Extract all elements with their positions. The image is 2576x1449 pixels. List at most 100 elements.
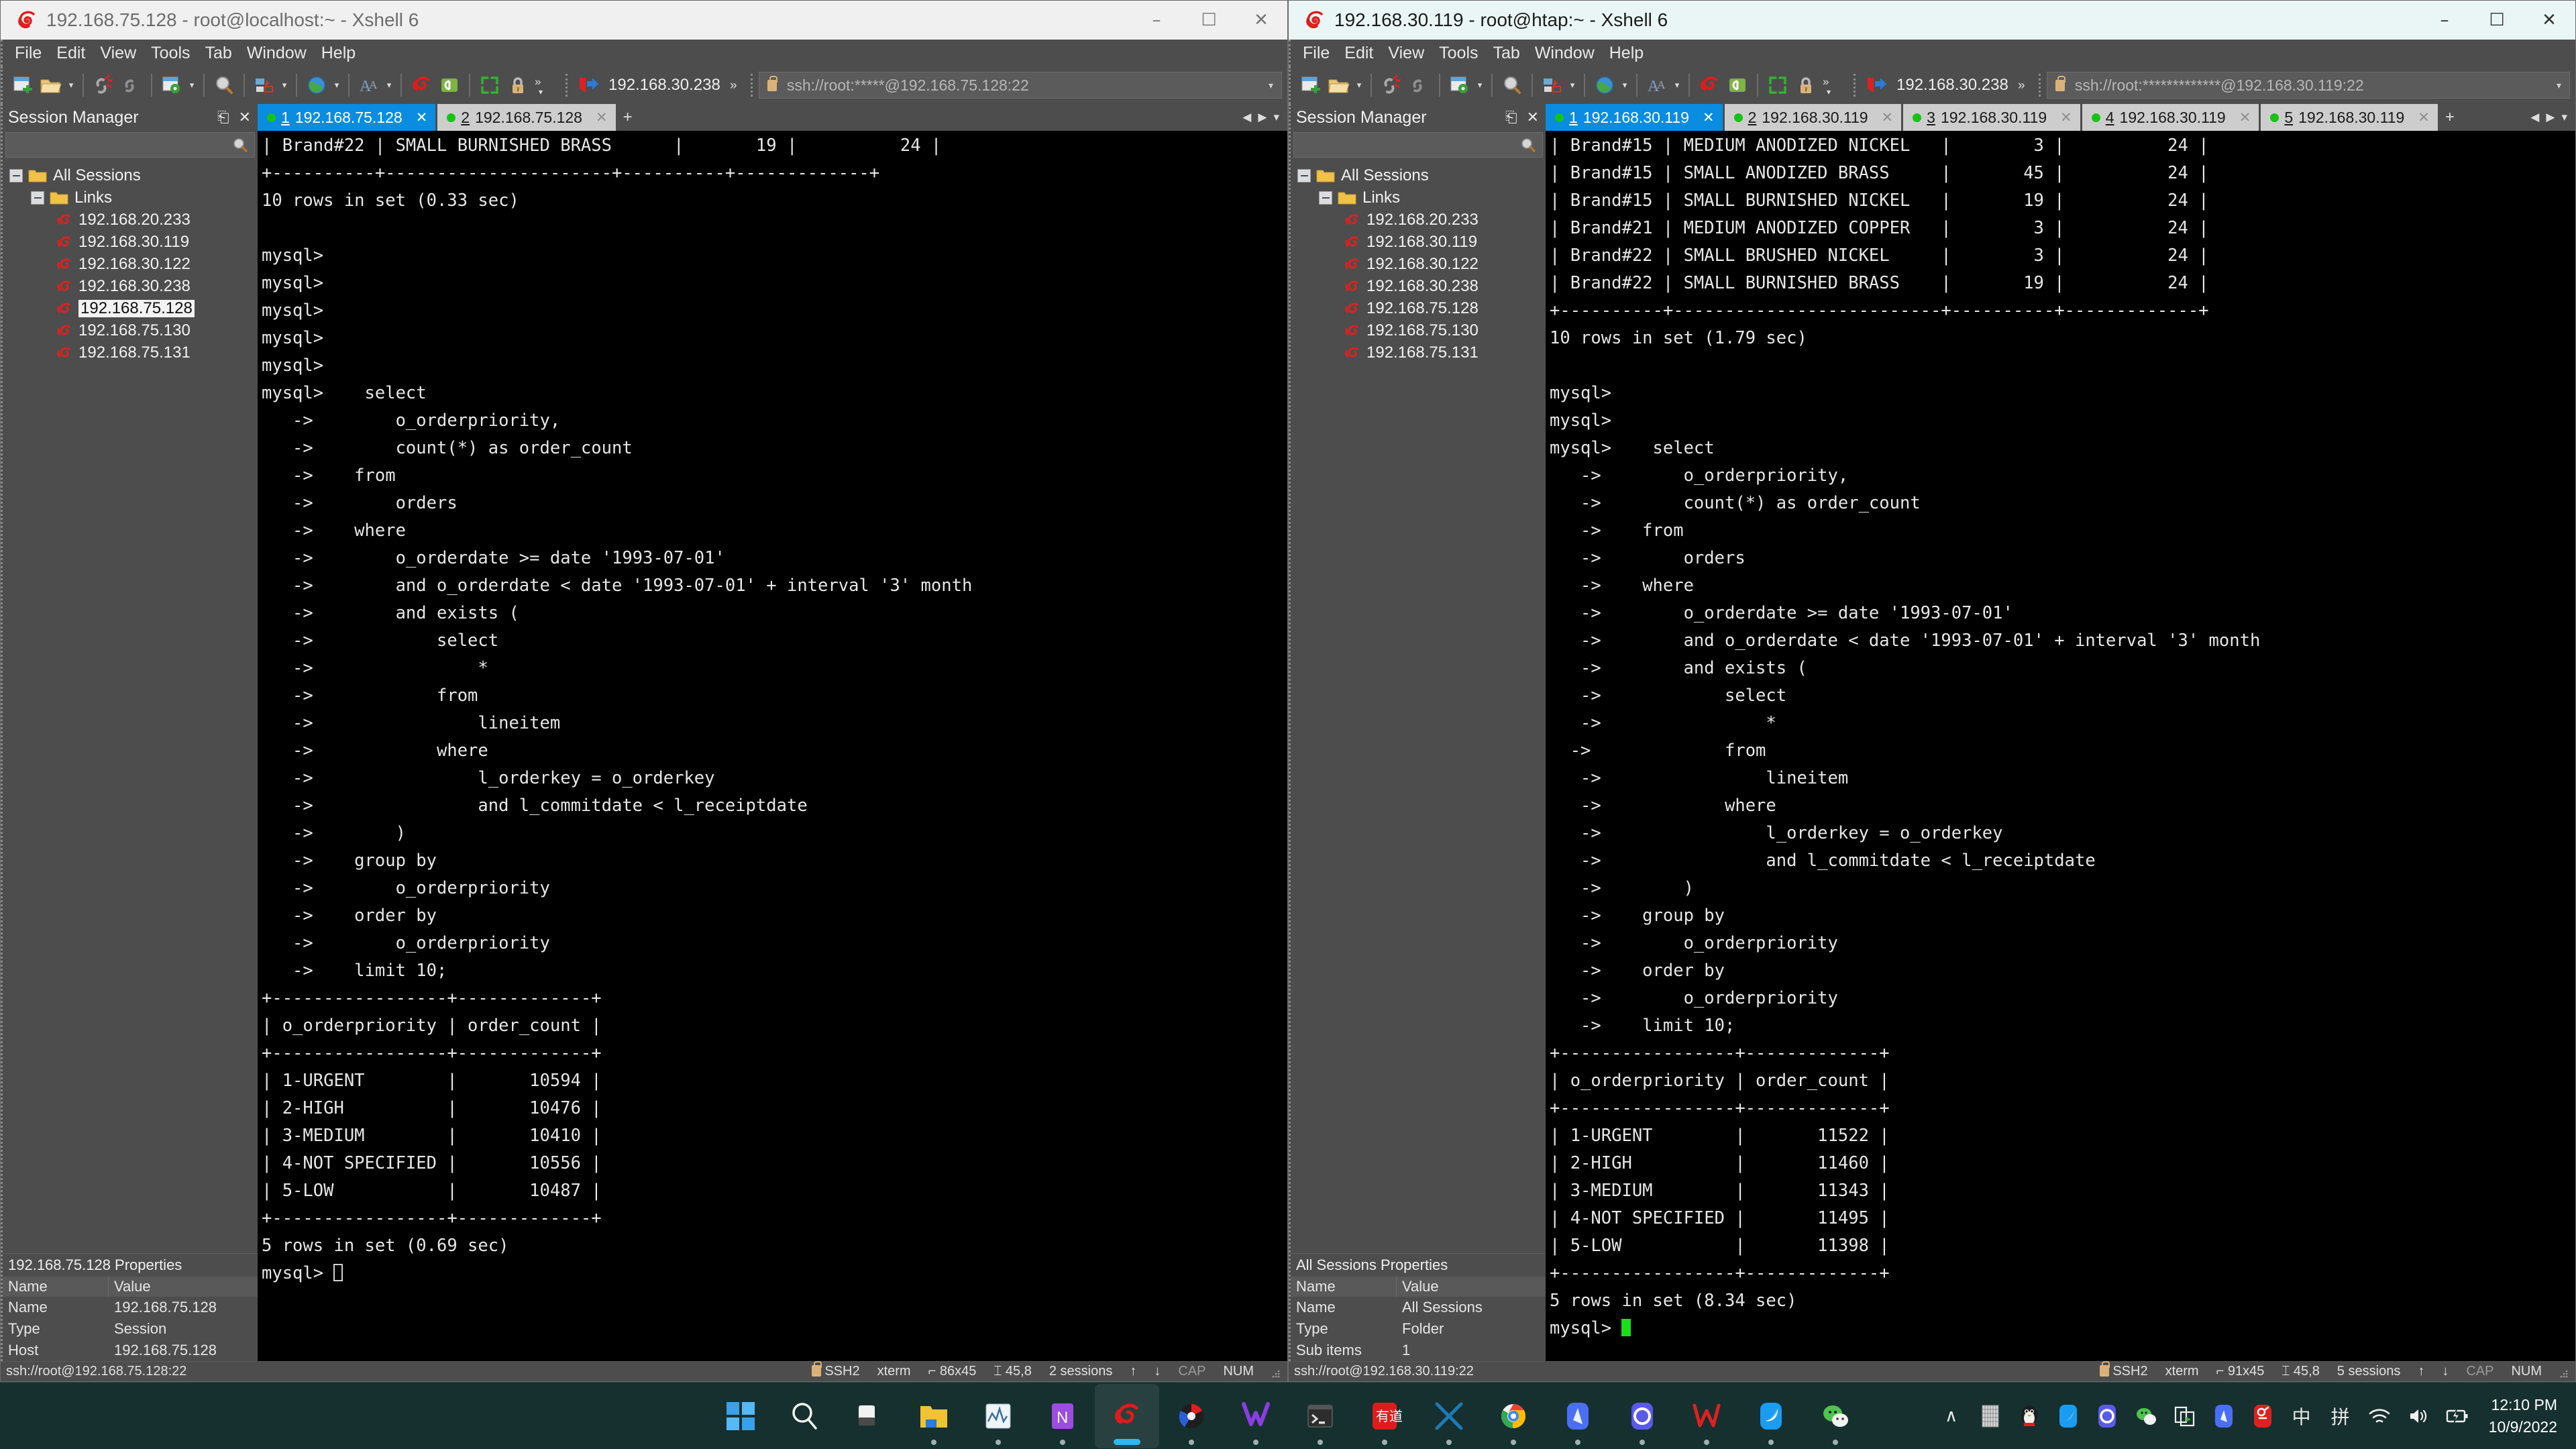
feishu-button[interactable] — [1739, 1384, 1803, 1448]
font-caret-icon[interactable]: ▾ — [1672, 72, 1682, 99]
menu-file[interactable]: File — [15, 44, 42, 63]
toolbar-overflow2-icon[interactable]: » — [2017, 72, 2033, 99]
ring-icon[interactable] — [2088, 1383, 2127, 1449]
wechat-button[interactable] — [1803, 1384, 1868, 1448]
wifi-icon[interactable] — [2360, 1383, 2399, 1449]
tree-node-links[interactable]: Links — [3, 186, 258, 209]
tree-node-session[interactable]: 192.168.75.130 — [3, 319, 258, 341]
tab-menu-icon[interactable]: ▾ — [1273, 111, 1279, 124]
tree-node-session[interactable]: 192.168.30.122 — [3, 253, 258, 275]
tab-2-right[interactable]: 2 192.168.30.119 ✕ — [1724, 104, 1902, 131]
window-titlebar-right[interactable]: 192.168.30.119 - root@htap:~ - Xshell 6 … — [1289, 1, 2575, 40]
lock-icon[interactable] — [504, 72, 531, 99]
expander-icon[interactable] — [9, 168, 23, 182]
expander-icon[interactable] — [1319, 191, 1332, 205]
menu-tools[interactable]: Tools — [151, 44, 190, 63]
tree-node-session[interactable]: 192.168.75.128 — [1291, 297, 1546, 319]
find-icon[interactable] — [211, 72, 237, 99]
tab-close-icon[interactable]: ✕ — [1882, 109, 1894, 125]
edge-button[interactable] — [1546, 1384, 1610, 1448]
send-to-all-icon[interactable] — [574, 72, 600, 99]
youdao-button[interactable]: 有道 — [1352, 1384, 1417, 1448]
terminal-left[interactable]: | Brand#22 | SMALL BURNISHED BRASS | 19 … — [258, 131, 1287, 1361]
toolbar-overflow-icon[interactable]: » ▾ — [1821, 72, 1847, 99]
tab-menu-icon[interactable]: ▾ — [2561, 111, 2567, 124]
tree-node-session[interactable]: 192.168.75.131 — [1291, 341, 1546, 364]
tab-1-left[interactable]: 1 192.168.75.128 ✕ — [258, 104, 436, 131]
location-icon[interactable] — [2243, 1383, 2282, 1449]
tab-close-icon[interactable]: ✕ — [596, 109, 608, 125]
tab-next-icon[interactable]: ▶ — [2546, 111, 2555, 124]
transfer-caret-icon[interactable]: ▾ — [279, 72, 290, 99]
menu-edit[interactable]: Edit — [56, 44, 85, 63]
vmware-button[interactable] — [1224, 1384, 1288, 1448]
task-view-button[interactable] — [837, 1384, 902, 1448]
tab-4-right[interactable]: 4 192.168.30.119 ✕ — [2082, 104, 2259, 131]
open-folder-caret-icon[interactable]: ▾ — [1354, 72, 1364, 99]
tree-node-session[interactable]: 192.168.75.131 — [3, 341, 258, 364]
tab-close-icon[interactable]: ✕ — [2060, 109, 2072, 125]
toolbar-address-chip[interactable]: 192.168.30.238 — [602, 76, 727, 95]
menu-tab[interactable]: Tab — [205, 44, 232, 63]
menu-help[interactable]: Help — [321, 44, 356, 63]
battery-charging-icon[interactable] — [2438, 1383, 2477, 1449]
tab-prev-icon[interactable]: ◀ — [2530, 111, 2539, 124]
reconnect-icon[interactable] — [1406, 72, 1433, 99]
menu-window[interactable]: Window — [1535, 44, 1595, 63]
xshell-button[interactable] — [1095, 1383, 1159, 1448]
menu-view[interactable]: View — [100, 44, 136, 63]
new-session-icon[interactable] — [9, 72, 36, 99]
session-search-input[interactable] — [5, 132, 255, 158]
pin-icon[interactable]: ⎗ — [217, 109, 229, 126]
address-dropdown-icon[interactable]: ▾ — [2557, 80, 2561, 91]
find-icon[interactable] — [1499, 72, 1525, 99]
performance-monitor-button[interactable] — [966, 1384, 1030, 1448]
globe-icon[interactable] — [303, 72, 330, 99]
tab-close-icon[interactable]: ✕ — [416, 109, 428, 125]
globe-icon[interactable] — [1591, 72, 1618, 99]
file-explorer-button[interactable] — [902, 1384, 966, 1448]
tab-5-right[interactable]: 5 192.168.30.119 ✕ — [2261, 104, 2438, 131]
wps-icon[interactable] — [2204, 1383, 2243, 1449]
open-folder-icon[interactable] — [38, 72, 64, 99]
xshell-quick-icon[interactable] — [1696, 72, 1723, 99]
start-button[interactable] — [708, 1384, 773, 1448]
disconnect-icon[interactable] — [1378, 72, 1405, 99]
toolbar-overflow2-icon[interactable]: » — [729, 72, 745, 99]
disconnect-icon[interactable] — [90, 72, 117, 99]
wechat-icon[interactable] — [2127, 1383, 2165, 1449]
ime-chinese-icon[interactable]: 中 — [2282, 1383, 2321, 1449]
wps-button[interactable] — [1674, 1384, 1739, 1448]
qq-penguin-icon[interactable] — [2010, 1383, 2049, 1449]
address-bar-right[interactable]: ssh://root:*************@192.168.30.119:… — [2046, 72, 2570, 99]
session-properties-caret-icon[interactable]: ▾ — [1474, 72, 1485, 99]
keyboard-icon[interactable] — [1971, 1383, 2010, 1449]
close-button[interactable]: ✕ — [1235, 1, 1287, 40]
menu-edit[interactable]: Edit — [1344, 44, 1373, 63]
speaker-icon[interactable] — [2399, 1383, 2438, 1449]
tab-2-left[interactable]: 2 192.168.75.128 ✕ — [437, 104, 616, 131]
screen-capture-icon[interactable] — [2165, 1383, 2204, 1449]
fullscreen-icon[interactable] — [1764, 72, 1791, 99]
resize-grip[interactable] — [1271, 1367, 1281, 1377]
tree-node-links[interactable]: Links — [1291, 186, 1546, 209]
menu-tab[interactable]: Tab — [1493, 44, 1520, 63]
tree-node-session[interactable]: 192.168.30.238 — [1291, 275, 1546, 297]
chrome-button[interactable] — [1481, 1384, 1546, 1448]
maximize-button[interactable]: ☐ — [2471, 1, 2523, 40]
tree-node-session[interactable]: 192.168.30.119 — [3, 231, 258, 253]
toolbar-address-chip[interactable]: 192.168.30.238 — [1890, 76, 2015, 95]
open-folder-icon[interactable] — [1326, 72, 1352, 99]
new-session-icon[interactable] — [1297, 72, 1324, 99]
tree-node-session[interactable]: 192.168.30.122 — [1291, 253, 1546, 275]
tree-node-all-sessions[interactable]: All Sessions — [1291, 164, 1546, 186]
tree-node-all-sessions[interactable]: All Sessions — [3, 164, 258, 186]
expander-icon[interactable] — [1297, 168, 1311, 182]
tab-prev-icon[interactable]: ◀ — [1242, 111, 1251, 124]
tree-node-session[interactable]: 192.168.20.233 — [1291, 209, 1546, 231]
xftp-quick-icon[interactable] — [1724, 72, 1751, 99]
pin-icon[interactable]: ⎗ — [1505, 109, 1517, 126]
xshell-quick-icon[interactable] — [408, 72, 435, 99]
transfer-caret-icon[interactable]: ▾ — [1567, 72, 1578, 99]
font-icon[interactable]: AA — [356, 72, 382, 99]
